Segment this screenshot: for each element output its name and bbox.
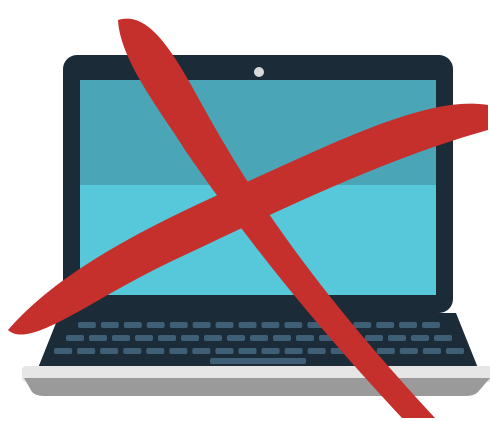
keyboard-key (273, 335, 291, 341)
keyboard-key (192, 322, 211, 328)
keyboard-key (123, 348, 142, 354)
keyboard-key (100, 322, 119, 328)
keyboard-key (399, 322, 417, 328)
keyboard-key (238, 348, 257, 354)
keyboard-key (422, 348, 441, 354)
keyboard-key (353, 322, 372, 328)
keyboard-key (215, 322, 234, 328)
keyboard-key (66, 335, 84, 341)
keyboard-key (204, 335, 222, 341)
keyboard-key (284, 348, 303, 354)
keyboard-key (227, 335, 245, 341)
keyboard-key (376, 322, 395, 328)
keyboard-key (192, 348, 211, 354)
illustration (0, 0, 490, 421)
keyboard-key (54, 348, 73, 354)
laptop-crossed-out-illustration (8, 18, 490, 418)
keyboard-key (284, 322, 303, 328)
keyboard-key (238, 322, 257, 328)
spacebar-key (210, 358, 306, 364)
keyboard-key (89, 335, 107, 341)
keyboard-key (376, 348, 395, 354)
keyboard-key (146, 348, 165, 354)
keyboard-key (388, 335, 406, 341)
keyboard-key (158, 335, 176, 341)
keyboard-key (78, 322, 96, 328)
keyboard-key (169, 322, 188, 328)
keyboard-key (215, 348, 234, 354)
keyboard-key (296, 335, 314, 341)
keyboard-key (112, 335, 130, 341)
keyboard-key (434, 335, 452, 341)
keyboard-key (261, 348, 280, 354)
keyboard-key (181, 335, 199, 341)
keyboard-key (77, 348, 96, 354)
keyboard-key (123, 322, 142, 328)
keyboard-key (411, 335, 429, 341)
keyboard-key (100, 348, 119, 354)
keyboard-key (261, 322, 280, 328)
keyboard-key (445, 348, 464, 354)
keyboard-key (169, 348, 188, 354)
keyboard-key (399, 348, 418, 354)
keyboard-key (422, 322, 440, 328)
keyboard-key (307, 348, 326, 354)
keyboard-key (146, 322, 165, 328)
keyboard-key (135, 335, 153, 341)
webcam-icon (254, 67, 264, 77)
keyboard-key (250, 335, 268, 341)
keyboard-key (365, 335, 383, 341)
laptop-base-bottom (24, 378, 490, 396)
